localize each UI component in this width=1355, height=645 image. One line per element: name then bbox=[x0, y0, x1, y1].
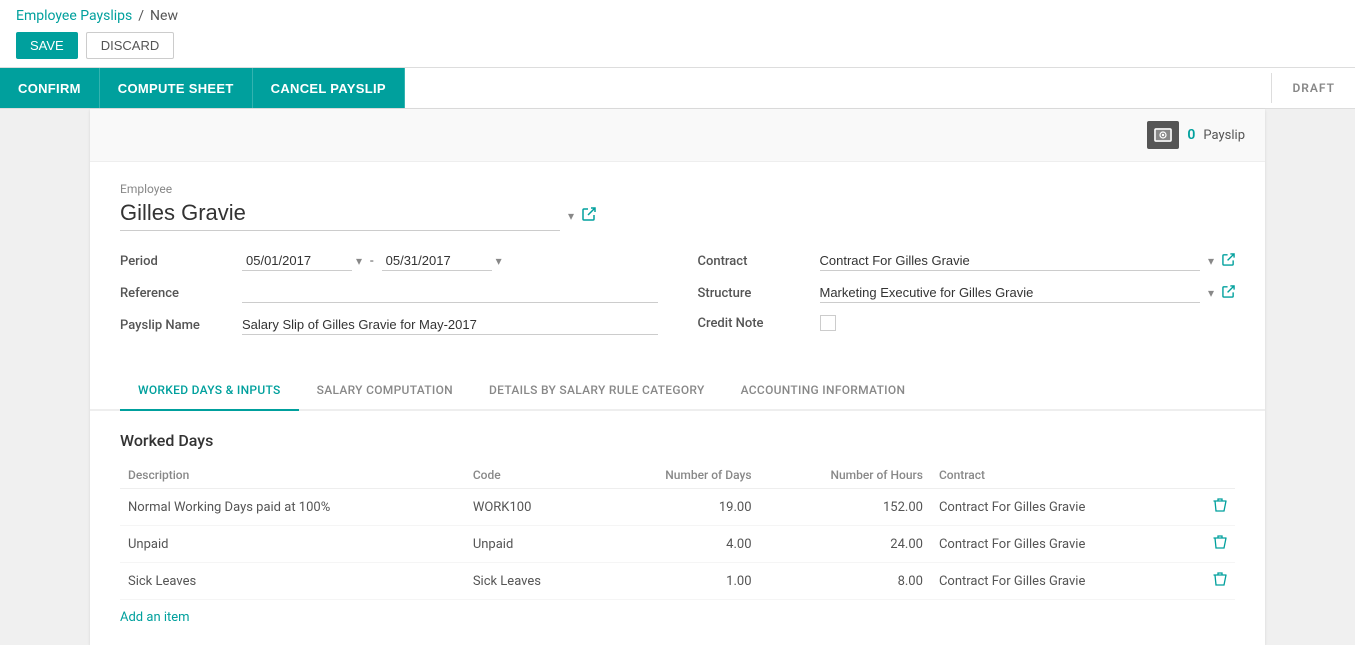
breadcrumb-current: New bbox=[150, 8, 178, 24]
tab-worked-days[interactable]: WORKED DAYS & INPUTS bbox=[120, 371, 299, 411]
worked-days-title: Worked Days bbox=[120, 431, 1235, 450]
reference-input[interactable] bbox=[242, 283, 658, 303]
add-item-link[interactable]: Add an item bbox=[120, 610, 190, 625]
col-num-days: Number of Days bbox=[598, 462, 760, 489]
structure-row: Structure ▾ bbox=[698, 283, 1236, 303]
payslip-name-row: Payslip Name bbox=[120, 315, 658, 335]
col-contract: Contract bbox=[931, 462, 1188, 489]
row-0-num-days: 19.00 bbox=[598, 489, 760, 526]
top-actions: SAVE DISCARD bbox=[16, 32, 1339, 59]
main-content: 0 Payslip Employee ▾ bbox=[0, 109, 1355, 645]
form-body: Employee ▾ Period bbox=[90, 162, 1265, 645]
employee-label: Employee bbox=[120, 182, 1235, 196]
row-1-delete-icon[interactable] bbox=[1188, 526, 1235, 563]
table-row: Unpaid Unpaid 4.00 24.00 Contract For Gi… bbox=[120, 526, 1235, 563]
payslip-label: Payslip bbox=[1203, 128, 1245, 143]
contract-input[interactable] bbox=[820, 251, 1200, 271]
breadcrumb-parent[interactable]: Employee Payslips bbox=[16, 8, 132, 24]
period-end-input[interactable] bbox=[382, 251, 492, 271]
contract-label: Contract bbox=[698, 254, 808, 269]
employee-name-row: ▾ bbox=[120, 200, 1235, 231]
save-button[interactable]: SAVE bbox=[16, 32, 78, 59]
left-column: Period ▾ - ▾ Reference bbox=[120, 251, 658, 347]
table-row: Normal Working Days paid at 100% WORK100… bbox=[120, 489, 1235, 526]
row-0-contract: Contract For Gilles Gravie bbox=[931, 489, 1188, 526]
row-0-delete-icon[interactable] bbox=[1188, 489, 1235, 526]
breadcrumb: Employee Payslips / New bbox=[16, 8, 1339, 24]
structure-input[interactable] bbox=[820, 283, 1200, 303]
row-1-num-hours: 24.00 bbox=[760, 526, 931, 563]
worked-days-table: Description Code Number of Days Number o… bbox=[120, 462, 1235, 600]
breadcrumb-separator: / bbox=[138, 8, 144, 24]
row-2-num-days: 1.00 bbox=[598, 563, 760, 600]
row-2-num-hours: 8.00 bbox=[760, 563, 931, 600]
row-2-description: Sick Leaves bbox=[120, 563, 465, 600]
row-1-num-days: 4.00 bbox=[598, 526, 760, 563]
period-label: Period bbox=[120, 254, 230, 269]
col-description: Description bbox=[120, 462, 465, 489]
payslip-name-input[interactable] bbox=[242, 315, 658, 335]
row-1-code: Unpaid bbox=[465, 526, 598, 563]
row-0-code: WORK100 bbox=[465, 489, 598, 526]
col-num-hours: Number of Hours bbox=[760, 462, 931, 489]
row-0-description: Normal Working Days paid at 100% bbox=[120, 489, 465, 526]
employee-dropdown-icon[interactable]: ▾ bbox=[568, 209, 574, 223]
payslip-name-label: Payslip Name bbox=[120, 318, 230, 333]
tab-accounting[interactable]: ACCOUNTING INFORMATION bbox=[723, 371, 924, 411]
reference-label: Reference bbox=[120, 286, 230, 301]
payslip-header: 0 Payslip bbox=[90, 109, 1265, 162]
contract-row: Contract ▾ bbox=[698, 251, 1236, 271]
compute-sheet-button[interactable]: COMPUTE SHEET bbox=[100, 68, 253, 108]
status-badge: DRAFT bbox=[1271, 73, 1355, 103]
period-row: Period ▾ - ▾ bbox=[120, 251, 658, 271]
structure-dropdown-icon[interactable]: ▾ bbox=[1208, 286, 1214, 300]
cancel-payslip-button[interactable]: CANCEL PAYSLIP bbox=[253, 68, 405, 108]
payslip-count: 0 bbox=[1187, 127, 1195, 143]
period-inputs: ▾ - ▾ bbox=[242, 251, 502, 271]
form-container: 0 Payslip Employee ▾ bbox=[90, 109, 1265, 645]
tab-salary-computation[interactable]: SALARY COMPUTATION bbox=[299, 371, 471, 411]
table-header-row: Description Code Number of Days Number o… bbox=[120, 462, 1235, 489]
table-row: Sick Leaves Sick Leaves 1.00 8.00 Contra… bbox=[120, 563, 1235, 600]
contract-external-link-icon[interactable] bbox=[1222, 253, 1235, 270]
payslip-widget[interactable]: 0 Payslip bbox=[1147, 121, 1245, 149]
structure-external-link-icon[interactable] bbox=[1222, 285, 1235, 302]
row-2-contract: Contract For Gilles Gravie bbox=[931, 563, 1188, 600]
row-2-code: Sick Leaves bbox=[465, 563, 598, 600]
discard-button[interactable]: DISCARD bbox=[86, 32, 175, 59]
credit-note-row: Credit Note bbox=[698, 315, 1236, 331]
tab-bar: WORKED DAYS & INPUTS SALARY COMPUTATION … bbox=[90, 371, 1265, 411]
employee-name-input[interactable] bbox=[120, 200, 560, 231]
employee-external-link-icon[interactable] bbox=[582, 207, 596, 225]
top-bar: Employee Payslips / New SAVE DISCARD bbox=[0, 0, 1355, 68]
row-2-delete-icon[interactable] bbox=[1188, 563, 1235, 600]
credit-note-checkbox[interactable] bbox=[820, 315, 836, 331]
contract-dropdown-icon[interactable]: ▾ bbox=[1208, 254, 1214, 268]
row-1-contract: Contract For Gilles Gravie bbox=[931, 526, 1188, 563]
tab-details-salary-rule[interactable]: DETAILS BY SALARY RULE CATEGORY bbox=[471, 371, 723, 411]
structure-label: Structure bbox=[698, 286, 808, 301]
period-end-dropdown-icon[interactable]: ▾ bbox=[496, 254, 502, 268]
row-0-num-hours: 152.00 bbox=[760, 489, 931, 526]
col-actions bbox=[1188, 462, 1235, 489]
period-start-input[interactable] bbox=[242, 251, 352, 271]
row-1-description: Unpaid bbox=[120, 526, 465, 563]
action-bar: CONFIRM COMPUTE SHEET CANCEL PAYSLIP DRA… bbox=[0, 68, 1355, 109]
period-start-dropdown-icon[interactable]: ▾ bbox=[356, 254, 362, 268]
payslip-icon bbox=[1147, 121, 1179, 149]
col-code: Code bbox=[465, 462, 598, 489]
credit-note-label: Credit Note bbox=[698, 316, 808, 331]
confirm-button[interactable]: CONFIRM bbox=[0, 68, 100, 108]
right-column: Contract ▾ bbox=[698, 251, 1236, 347]
reference-row: Reference bbox=[120, 283, 658, 303]
